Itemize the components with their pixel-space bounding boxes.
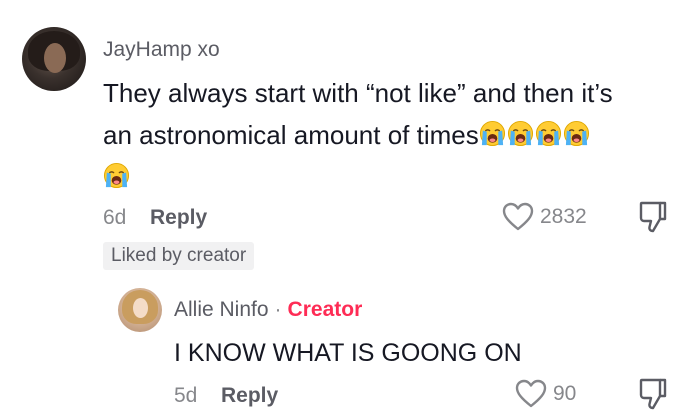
avatar-face <box>44 43 66 73</box>
comment-age: 6d <box>103 206 127 229</box>
avatar-face <box>133 298 148 318</box>
dislike-button[interactable] <box>638 200 668 239</box>
reply-username[interactable]: Allie Ninfo <box>174 298 269 321</box>
reply-button[interactable]: Reply <box>150 206 207 230</box>
loudly-crying-face-emoji <box>563 120 589 147</box>
reply-reply-button[interactable]: Reply <box>221 384 278 408</box>
commenter-avatar[interactable] <box>22 27 86 91</box>
loudly-crying-face-emoji <box>479 120 505 147</box>
like-button[interactable]: 2832 <box>502 202 587 232</box>
reply-age: 5d <box>174 384 198 407</box>
loudly-crying-face-emoji <box>535 120 561 147</box>
comment-text-line-3-wrap <box>103 156 131 198</box>
separator-dot: · <box>274 298 282 321</box>
loudly-crying-face-emoji <box>507 120 533 147</box>
reply-dislike-button[interactable] <box>638 377 668 416</box>
emoji-row <box>479 120 591 150</box>
comment-text-line-2-wrap: an astronomical amount of times <box>103 114 591 156</box>
reply-text: I KNOW WHAT IS GOONG ON <box>174 339 522 367</box>
reply-like-button[interactable]: 90 <box>515 379 576 409</box>
like-count: 2832 <box>540 205 587 228</box>
commenter-username[interactable]: JayHamp xo <box>103 38 220 62</box>
reply-username-row: Allie Ninfo · Creator <box>174 298 362 322</box>
liked-by-creator-badge: Liked by creator <box>103 242 255 270</box>
comment-text-line-2: an astronomical amount of times <box>103 120 479 150</box>
emoji-row <box>103 162 131 192</box>
thumbs-down-outline-icon <box>639 201 667 233</box>
heart-outline-icon <box>502 202 534 231</box>
creator-tag: Creator <box>287 298 363 321</box>
thumbs-down-outline-icon <box>639 378 667 410</box>
reply-like-count: 90 <box>553 382 577 405</box>
creator-avatar[interactable] <box>118 288 162 332</box>
loudly-crying-face-emoji <box>103 162 130 189</box>
heart-outline-icon <box>515 379 547 408</box>
comment-text-line-1: They always start with “not like” and th… <box>103 78 613 108</box>
